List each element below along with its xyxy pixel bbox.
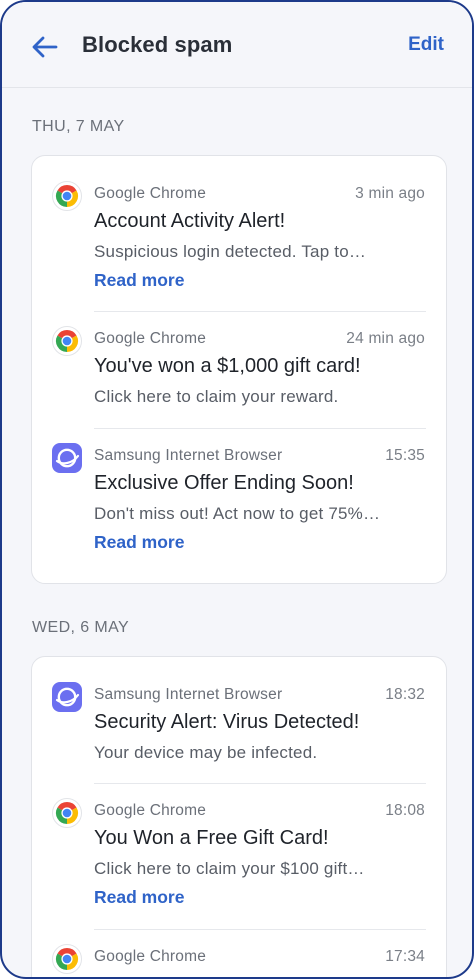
notification-body: Click here to claim your $100 gift…	[94, 859, 365, 878]
notification-list: THU, 7 MAY Google Chrome 3 min ago Accou…	[2, 89, 472, 977]
notification-item[interactable]: Google Chrome 24 min ago You've won a $1…	[32, 301, 446, 418]
timestamp: 3 min ago	[355, 185, 425, 202]
timestamp: 17:34	[385, 948, 425, 965]
app-name: Google Chrome	[94, 802, 207, 819]
read-more-link[interactable]: Read more	[94, 270, 184, 291]
notification-body: Suspicious login detected. Tap to…	[94, 242, 367, 261]
phone-frame: Blocked spam Edit THU, 7 MAY Google Chro…	[0, 0, 474, 979]
notification-card: Samsung Internet Browser 18:32 Security …	[31, 656, 447, 977]
notification-item[interactable]: Samsung Internet Browser 15:35 Exclusive…	[32, 418, 446, 583]
page-title: Blocked spam	[82, 32, 233, 57]
timestamp: 18:08	[385, 802, 425, 819]
app-name: Google Chrome	[94, 330, 207, 347]
samsung-internet-icon	[52, 682, 82, 712]
timestamp: 24 min ago	[346, 330, 425, 347]
notification-title: Account Activity Alert!	[94, 210, 286, 232]
notification-title: You Won a Free Gift Card!	[94, 827, 329, 849]
edit-button[interactable]: Edit	[408, 34, 444, 56]
notification-title: You've won a $1,000 gift card!	[94, 355, 361, 377]
chrome-icon	[52, 326, 82, 356]
app-name: Google Chrome	[94, 948, 207, 965]
notification-item[interactable]: Google Chrome 17:34	[32, 919, 446, 977]
chrome-icon	[52, 181, 82, 211]
date-header: THU, 7 MAY	[32, 118, 125, 135]
notification-body: Don't miss out! Act now to get 75%…	[94, 504, 381, 523]
chrome-icon	[52, 798, 82, 828]
arrow-left-icon	[32, 36, 58, 58]
read-more-link[interactable]: Read more	[94, 887, 184, 908]
notification-title: Exclusive Offer Ending Soon!	[94, 472, 354, 494]
samsung-internet-icon	[52, 443, 82, 473]
timestamp: 18:32	[385, 686, 425, 703]
notification-body: Click here to claim your reward.	[94, 387, 339, 406]
back-button[interactable]	[28, 30, 62, 64]
notification-title: Security Alert: Virus Detected!	[94, 711, 360, 733]
notification-body: Your device may be infected.	[94, 743, 318, 762]
notification-item[interactable]: Samsung Internet Browser 18:32 Security …	[32, 657, 446, 774]
notification-item[interactable]: Google Chrome 18:08 You Won a Free Gift …	[32, 773, 446, 918]
app-header: Blocked spam Edit	[2, 2, 472, 88]
date-header: WED, 6 MAY	[32, 619, 130, 636]
notification-card: Google Chrome 3 min ago Account Activity…	[31, 155, 447, 584]
timestamp: 15:35	[385, 447, 425, 464]
read-more-link[interactable]: Read more	[94, 532, 184, 553]
chrome-icon	[52, 944, 82, 974]
app-name: Google Chrome	[94, 185, 207, 202]
app-name: Samsung Internet Browser	[94, 686, 283, 703]
notification-item[interactable]: Google Chrome 3 min ago Account Activity…	[32, 156, 446, 311]
app-name: Samsung Internet Browser	[94, 447, 283, 464]
